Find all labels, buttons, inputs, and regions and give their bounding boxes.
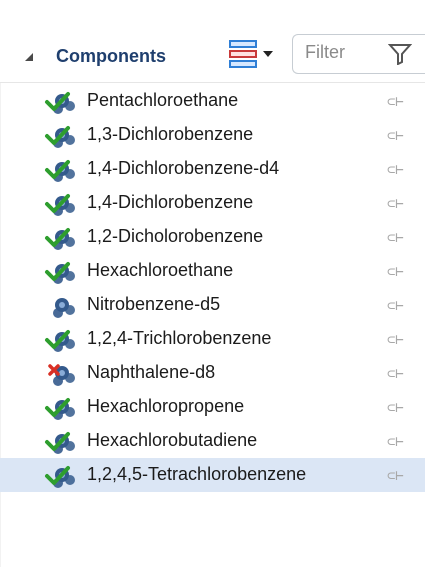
link-icon[interactable]: ⊂⊢ [387,230,404,246]
list-item[interactable]: Nitrobenzene-d5 ⊂⊢ [0,288,425,322]
top-strip [0,0,425,22]
panel-title: Components [56,46,166,66]
link-icon[interactable]: ⊂⊢ [387,264,404,280]
green-check-icon [45,228,70,247]
green-check-icon [45,194,70,213]
green-check-icon [45,126,70,145]
compound-icon [44,191,76,217]
link-icon[interactable]: ⊂⊢ [387,298,404,314]
red-x-icon [48,364,60,376]
compound-icon [44,429,76,455]
list-item-label: Hexachlorobutadiene [87,430,258,450]
view-options-button[interactable] [228,39,278,69]
link-icon[interactable]: ⊂⊢ [387,434,404,450]
compound-icon [44,123,76,149]
collapse-arrow-icon[interactable] [25,53,33,61]
link-icon[interactable]: ⊂⊢ [387,162,404,178]
green-check-icon [45,432,70,451]
dropdown-arrow-icon [263,51,273,57]
list-item-label: Hexachloroethane [87,260,234,280]
list-item-label: 1,4-Dichlorobenzene-d4 [87,158,280,178]
link-icon[interactable]: ⊂⊢ [387,332,404,348]
list-item-label: Nitrobenzene-d5 [87,294,221,314]
list-item[interactable]: Hexachloropropene ⊂⊢ [0,390,425,424]
list-item-label: 1,3-Dichlorobenzene [87,124,254,144]
green-check-icon [45,330,70,349]
list-view-icon [229,40,273,68]
compound-icon [44,361,76,387]
list-item[interactable]: 1,2,4-Trichlorobenzene ⊂⊢ [0,322,425,356]
list-item-label: 1,2,4-Trichlorobenzene [87,328,272,348]
compound-icon [44,259,76,285]
list-item-label: Naphthalene-d8 [87,362,216,382]
list-item[interactable]: 1,2-Dicholorobenzene ⊂⊢ [0,220,425,254]
green-check-icon [45,92,70,111]
compound-icon [44,395,76,421]
filter-funnel-icon[interactable] [388,43,412,65]
compound-icon [44,327,76,353]
list-item-label: 1,4-Dichlorobenzene [87,192,254,212]
list-item[interactable]: Naphthalene-d8 ⊂⊢ [0,356,425,390]
list-item[interactable]: 1,2,4,5-Tetrachlorobenzene ⊂⊢ [0,458,425,492]
green-check-icon [45,160,70,179]
list-item[interactable]: 1,4-Dichlorobenzene-d4 ⊂⊢ [0,152,425,186]
molecule-icon [53,298,75,318]
list-item[interactable]: Hexachloroethane ⊂⊢ [0,254,425,288]
link-icon[interactable]: ⊂⊢ [387,366,404,382]
link-icon[interactable]: ⊂⊢ [387,400,404,416]
list-item-label: 1,2,4,5-Tetrachlorobenzene [87,464,307,484]
compound-icon [44,293,76,319]
compound-icon [44,157,76,183]
list-item[interactable]: 1,4-Dichlorobenzene ⊂⊢ [0,186,425,220]
components-panel: Components Filter Pentachloroethane ⊂⊢ 1… [0,0,425,567]
list-item-label: Pentachloroethane [87,90,239,110]
panel-header: Components Filter [0,22,425,83]
link-icon[interactable]: ⊂⊢ [387,128,404,144]
green-check-icon [45,398,70,417]
green-check-icon [45,466,70,485]
compound-icon [44,225,76,251]
filter-input[interactable]: Filter [292,34,425,74]
link-icon[interactable]: ⊂⊢ [387,468,404,484]
compound-icon [44,463,76,489]
compound-icon [44,89,76,115]
green-check-icon [45,262,70,281]
filter-placeholder: Filter [305,42,345,62]
list-item-label: Hexachloropropene [87,396,245,416]
link-icon[interactable]: ⊂⊢ [387,196,404,212]
link-icon[interactable]: ⊂⊢ [387,94,404,110]
list-item[interactable]: Hexachlorobutadiene ⊂⊢ [0,424,425,458]
list-item[interactable]: 1,3-Dichlorobenzene ⊂⊢ [0,118,425,152]
list-item-label: 1,2-Dicholorobenzene [87,226,264,246]
list-item[interactable]: Pentachloroethane ⊂⊢ [0,84,425,118]
